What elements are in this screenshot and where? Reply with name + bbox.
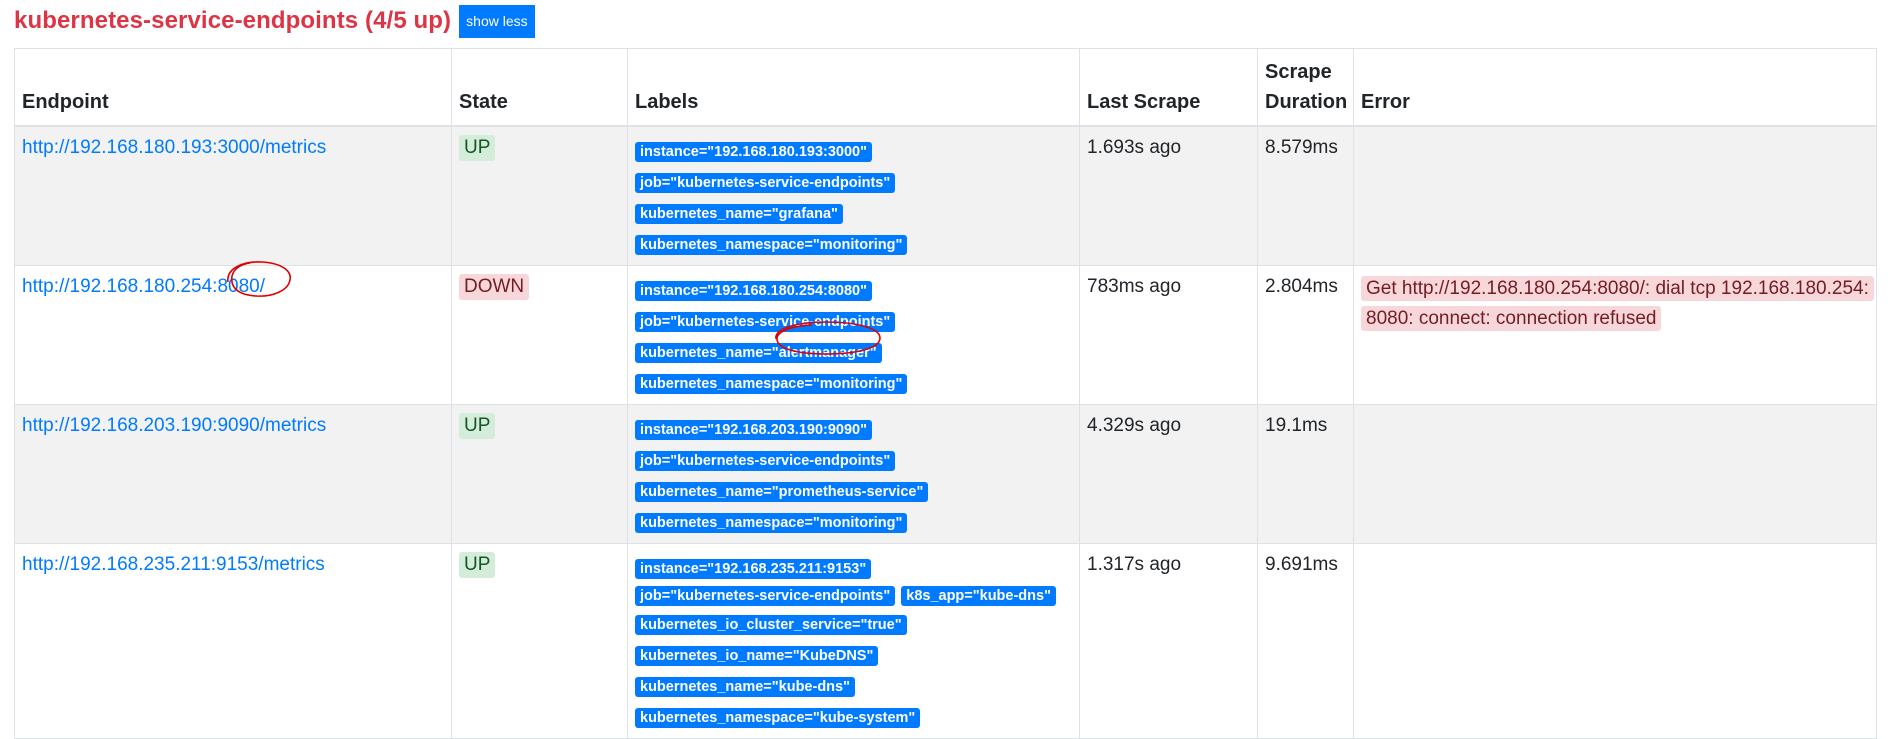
- label-badge: kubernetes_name="prometheus-service": [635, 482, 929, 502]
- label-badge: job="kubernetes-service-endpoints": [635, 586, 896, 606]
- state-cell: DOWN: [451, 265, 628, 405]
- label-badge: instance="192.168.180.254:8080": [635, 281, 872, 301]
- label-badge: kubernetes_name="grafana": [635, 204, 843, 224]
- table-row: http://192.168.235.211:9153/metrics UP i…: [14, 543, 1877, 739]
- label-badge: job="kubernetes-service-endpoints": [635, 312, 896, 332]
- state-cell: UP: [451, 125, 628, 266]
- state-badge: UP: [459, 135, 496, 161]
- state-cell: UP: [451, 543, 628, 739]
- label-badge: instance="192.168.235.211:9153": [635, 559, 872, 579]
- label-badge: kubernetes_namespace="monitoring": [635, 235, 908, 255]
- endpoint-link[interactable]: http://192.168.203.190:9090/metrics: [22, 415, 326, 436]
- endpoint-cell: http://192.168.180.193:3000/metrics: [14, 125, 452, 266]
- state-cell: UP: [451, 404, 628, 544]
- column-header-labels: Labels: [627, 48, 1080, 127]
- error-cell: [1353, 125, 1877, 266]
- scrape-duration-cell: 8.579ms: [1257, 125, 1354, 266]
- job-header: kubernetes-service-endpoints (4/5 up) sh…: [14, 4, 535, 38]
- label-badge: k8s_app="kube-dns": [901, 586, 1056, 606]
- column-header-last-scrape: Last Scrape: [1079, 48, 1258, 127]
- endpoint-cell: http://192.168.203.190:9090/metrics: [14, 404, 452, 544]
- error-cell: [1353, 404, 1877, 544]
- label-badge: instance="192.168.180.193:3000": [635, 142, 872, 162]
- label-badge: kubernetes_namespace="monitoring": [635, 374, 908, 394]
- error-message: Get http://192.168.180.254:8080/: dial t…: [1361, 276, 1874, 331]
- state-badge: UP: [459, 552, 496, 578]
- labels-cell: instance="192.168.203.190:9090" job="kub…: [627, 404, 1080, 544]
- label-badge: kubernetes_namespace="kube-system": [635, 708, 921, 728]
- column-header-error: Error: [1353, 48, 1877, 127]
- last-scrape-cell: 1.693s ago: [1079, 125, 1258, 266]
- table-row: http://192.168.180.254:8080/ DOWN instan…: [14, 265, 1877, 405]
- state-badge: DOWN: [459, 274, 530, 300]
- labels-cell: instance="192.168.235.211:9153" job="kub…: [627, 543, 1080, 739]
- last-scrape-cell: 1.317s ago: [1079, 543, 1258, 739]
- label-badge: kubernetes_io_cluster_service="true": [635, 615, 907, 635]
- last-scrape-cell: 783ms ago: [1079, 265, 1258, 405]
- job-title: kubernetes-service-endpoints (4/5 up): [14, 7, 452, 34]
- endpoint-link[interactable]: http://192.168.180.193:3000/metrics: [22, 137, 326, 158]
- endpoint-link[interactable]: http://192.168.235.211:9153/metrics: [22, 554, 325, 575]
- error-cell: [1353, 543, 1877, 739]
- column-header-state: State: [451, 48, 628, 127]
- last-scrape-cell: 4.329s ago: [1079, 404, 1258, 544]
- scrape-duration-cell: 2.804ms: [1257, 265, 1354, 405]
- endpoint-cell: http://192.168.235.211:9153/metrics: [14, 543, 452, 739]
- scrape-duration-cell: 19.1ms: [1257, 404, 1354, 544]
- scrape-duration-cell: 9.691ms: [1257, 543, 1354, 739]
- labels-cell: instance="192.168.180.254:8080" job="kub…: [627, 265, 1080, 405]
- state-badge: UP: [459, 413, 496, 439]
- column-header-scrape-duration: Scrape Duration: [1257, 48, 1354, 127]
- table-row: http://192.168.180.193:3000/metrics UP i…: [14, 125, 1877, 266]
- label-badge: kubernetes_namespace="monitoring": [635, 513, 908, 533]
- show-less-button[interactable]: show less: [459, 4, 535, 38]
- label-badge: job="kubernetes-service-endpoints": [635, 451, 896, 471]
- table-header-row: Endpoint State Labels Last Scrape Scrape…: [14, 48, 1877, 127]
- table-row: http://192.168.203.190:9090/metrics UP i…: [14, 404, 1877, 544]
- endpoint-link[interactable]: http://192.168.180.254:8080/: [22, 276, 265, 297]
- label-badge: kubernetes_io_name="KubeDNS": [635, 646, 879, 666]
- label-badge: job="kubernetes-service-endpoints": [635, 173, 896, 193]
- endpoint-cell: http://192.168.180.254:8080/: [14, 265, 452, 405]
- column-header-endpoint: Endpoint: [14, 48, 452, 127]
- error-cell: Get http://192.168.180.254:8080/: dial t…: [1353, 265, 1877, 405]
- label-badge: kubernetes_name="kube-dns": [635, 677, 855, 697]
- labels-cell: instance="192.168.180.193:3000" job="kub…: [627, 125, 1080, 266]
- label-badge: instance="192.168.203.190:9090": [635, 420, 872, 440]
- targets-table: Endpoint State Labels Last Scrape Scrape…: [14, 48, 1877, 739]
- label-badge: kubernetes_name="alertmanager": [635, 343, 882, 363]
